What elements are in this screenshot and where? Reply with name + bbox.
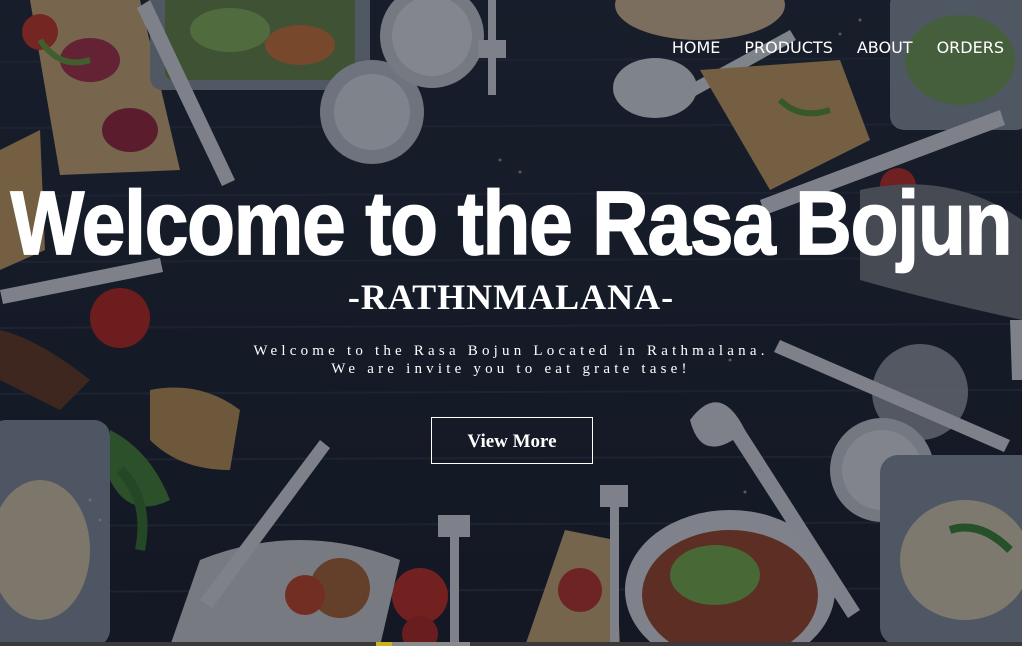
view-more-button[interactable]: View More [431,417,593,464]
nav-home-link[interactable]: HOME [672,38,721,57]
hero-section: HOME PRODUCTS ABOUT ORDERS Welcome to th… [0,0,1022,646]
bottom-scrollbar[interactable] [0,642,1022,646]
main-navigation: HOME PRODUCTS ABOUT ORDERS [648,38,1004,57]
dark-overlay [0,0,1022,646]
hero-subtitle: -RATHNMALANA- [347,277,675,317]
nav-orders-link[interactable]: ORDERS [937,38,1004,57]
nav-products-link[interactable]: PRODUCTS [744,38,833,57]
tagline-line-2: We are invite you to eat grate tase! [331,361,691,377]
nav-about-link[interactable]: ABOUT [857,38,913,57]
hero-title: Welcome to the Rasa Bojun [10,172,1013,275]
tagline-line-1: Welcome to the Rasa Bojun Located in Rat… [253,343,769,359]
hero-tagline: Welcome to the Rasa Bojun Located in Rat… [0,342,1022,378]
